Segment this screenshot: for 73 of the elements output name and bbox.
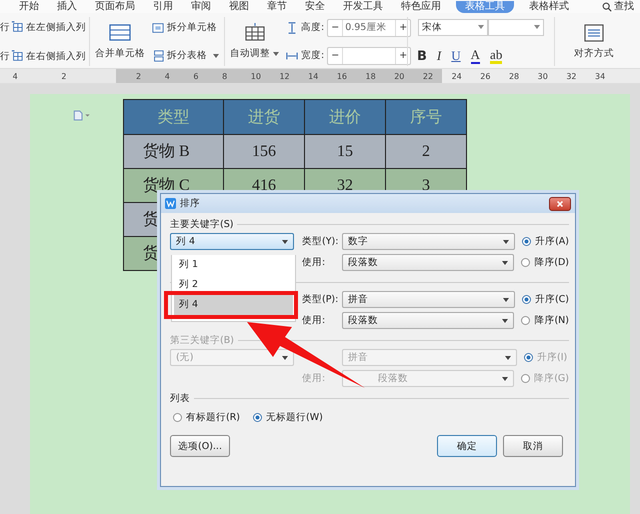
column-header: 进货 <box>224 100 304 134</box>
type-dropdown[interactable]: 拼音 <box>342 291 515 308</box>
ruler: 4 2 2 4 6 8 10 12 14 16 18 20 22 24 26 28 30 32 34 <box>0 69 640 84</box>
table-cell: 货 <box>143 211 159 228</box>
ribbon-tab[interactable]: 审阅 <box>188 1 214 13</box>
table-cell: 156 <box>252 142 276 160</box>
format-button[interactable]: I <box>436 48 442 64</box>
dialog-button[interactable]: 选项(O)... <box>170 435 230 457</box>
radio-label: 无标题行(W) <box>266 410 323 424</box>
ribbon-tab[interactable]: 视图 <box>226 1 252 13</box>
radio-label: 降序(D) <box>534 256 569 269</box>
ribbon-tab[interactable]: 特色应用 <box>398 1 444 13</box>
width-spinner[interactable]: − + <box>327 46 412 64</box>
section-heading: 主要关键字(S) <box>170 218 234 231</box>
column-header: 类型 <box>124 100 224 134</box>
radio-label: 降序(G) <box>534 372 569 385</box>
type-label: 类型(P): <box>302 293 338 306</box>
format-button[interactable]: ab <box>490 48 502 64</box>
font-name-dropdown[interactable]: 宋体 <box>418 18 488 36</box>
table-cell: 32 <box>337 176 353 194</box>
ribbon-tab[interactable]: 表格样式 <box>526 1 572 13</box>
format-button[interactable]: A <box>470 48 480 64</box>
table-cell: 416 <box>252 176 276 194</box>
width-label: 宽度: <box>301 49 324 62</box>
ribbon-tab[interactable]: 安全 <box>302 1 328 13</box>
radio-label: 有标题行(R) <box>186 410 240 424</box>
type-dropdown[interactable]: 数字 <box>342 233 516 250</box>
radio-label: 降序(N) <box>534 314 569 327</box>
merge-cells-button[interactable]: 合并单元格 <box>93 23 147 60</box>
table-cell: 2 <box>422 142 430 160</box>
split-cells-button[interactable]: 拆分单元格 <box>152 21 219 34</box>
use-dropdown[interactable]: 段落数 <box>342 254 514 271</box>
dialog-button[interactable]: 确定 <box>437 435 497 457</box>
use-label: 使用: <box>302 372 326 385</box>
dialog-button[interactable]: 取消 <box>503 435 563 457</box>
dropdown-option[interactable]: 列 4 <box>174 295 293 315</box>
insert-column-button[interactable]: 在左侧插入列 <box>11 20 86 34</box>
format-button[interactable]: B <box>417 48 427 64</box>
split-table-button[interactable]: 拆分表格 <box>152 49 219 62</box>
insert-column-button[interactable]: 在右侧插入列 <box>11 50 86 62</box>
table-cell: 3 <box>422 176 430 194</box>
sort-key-dropdown[interactable]: 列 4 <box>170 233 294 250</box>
use-label: 使用: <box>302 256 326 269</box>
height-label: 高度: <box>301 21 324 34</box>
use-label: 使用: <box>302 314 326 327</box>
ribbon-tab[interactable]: 章节 <box>264 1 290 13</box>
auto-fit-button[interactable]: 自动调整 <box>228 23 281 60</box>
column-header: 进价 <box>304 100 386 134</box>
use-dropdown[interactable]: 段落数 <box>342 312 514 329</box>
ribbon-tab[interactable]: 页面布局 <box>92 1 138 13</box>
type-label: 类型(Y): <box>302 235 338 248</box>
table-cell: 15 <box>337 142 353 160</box>
ribbon-tab[interactable]: 引用 <box>150 1 176 13</box>
height-spinner[interactable]: − 0.95厘米 + <box>327 18 412 36</box>
section-heading: 列表 <box>170 392 190 405</box>
radio-label: 升序(C) <box>534 293 569 306</box>
table-cell: 货物 B <box>143 143 190 160</box>
column-header: 序号 <box>386 100 466 134</box>
search-button[interactable]: 查找 <box>602 1 634 13</box>
format-button[interactable]: U <box>451 48 461 64</box>
section-heading: 第三关键字(B) <box>170 334 234 347</box>
radio-label: 升序(A) <box>535 235 569 248</box>
dropdown-option[interactable]: 列 1 <box>174 255 293 275</box>
ribbon-tab[interactable]: 开始 <box>16 1 42 13</box>
dropdown-option[interactable]: 列 2 <box>174 275 293 295</box>
ribbon-tab[interactable]: 开发工具 <box>340 1 386 13</box>
alignment-button[interactable]: 对齐方式 <box>572 23 616 60</box>
dialog-title: 排序 <box>180 197 200 210</box>
table-cell: 货 <box>143 245 159 262</box>
radio-label: 升序(I) <box>537 351 568 364</box>
ribbon-label[interactable]: 行 <box>0 20 8 34</box>
ribbon-tab[interactable]: 插入 <box>54 1 80 13</box>
ribbon-label[interactable]: 行 <box>0 50 8 62</box>
